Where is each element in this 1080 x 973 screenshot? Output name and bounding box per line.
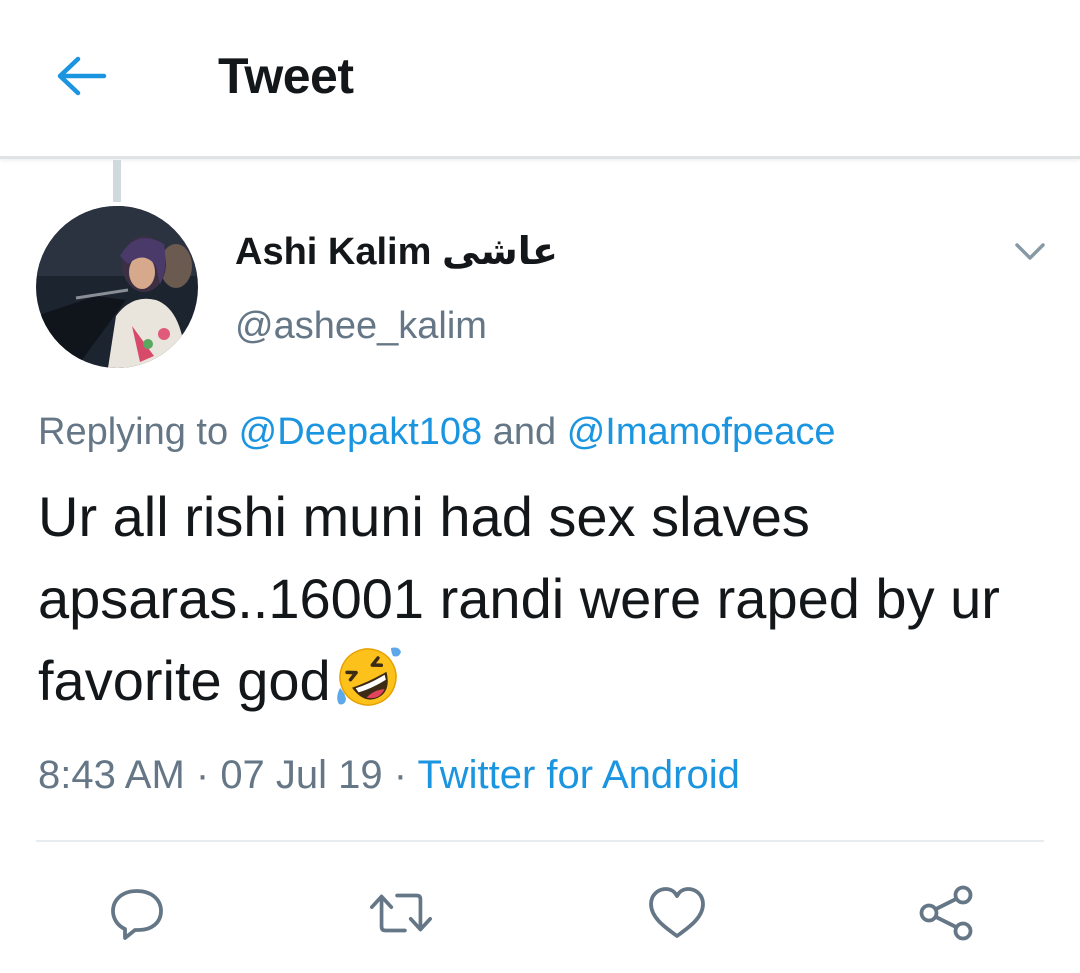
- tweet-source-link[interactable]: Twitter for Android: [417, 753, 739, 797]
- replying-to: Replying to @Deepakt108 and @Imamofpeace: [38, 408, 836, 456]
- like-button[interactable]: [642, 878, 712, 948]
- app-header: Tweet: [0, 0, 1080, 159]
- arrow-left-icon: [57, 56, 107, 96]
- share-icon: [919, 885, 973, 941]
- back-button[interactable]: [52, 48, 112, 104]
- tweet-time: 8:43 AM: [38, 753, 185, 797]
- author-display-name[interactable]: Ashi Kalim عاشی: [235, 228, 558, 276]
- avatar[interactable]: [36, 206, 198, 368]
- rolling-on-floor-laughing-emoji: [333, 642, 403, 712]
- thread-connector-line: [113, 160, 121, 202]
- reply-button[interactable]: [102, 878, 172, 948]
- tweet-menu-button[interactable]: [1010, 232, 1050, 272]
- chevron-down-icon: [1015, 243, 1045, 260]
- meta-separator: ·: [382, 753, 418, 797]
- tweet-body: Ur all rishi muni had sex slaves apsaras…: [38, 485, 1000, 712]
- meta-separator: ·: [184, 753, 221, 797]
- share-button[interactable]: [912, 878, 982, 948]
- tweet-date: 07 Jul 19: [220, 753, 383, 797]
- retweet-icon: [369, 893, 433, 933]
- retweet-button[interactable]: [366, 878, 436, 948]
- mention-link[interactable]: @Imamofpeace: [567, 411, 836, 453]
- replying-prefix: Replying to: [38, 411, 239, 453]
- tweet-text: Ur all rishi muni had sex slaves apsaras…: [38, 476, 1048, 722]
- actions-divider: [36, 840, 1044, 842]
- replying-joiner: and: [482, 411, 567, 453]
- heart-icon: [649, 887, 705, 938]
- tweet-meta: 8:43 AM · 07 Jul 19 · Twitter for Androi…: [38, 750, 740, 800]
- mention-link[interactable]: @Deepakt108: [239, 411, 483, 453]
- author-handle[interactable]: @ashee_kalim: [235, 302, 487, 350]
- reply-icon: [111, 889, 163, 940]
- page-title: Tweet: [218, 48, 354, 104]
